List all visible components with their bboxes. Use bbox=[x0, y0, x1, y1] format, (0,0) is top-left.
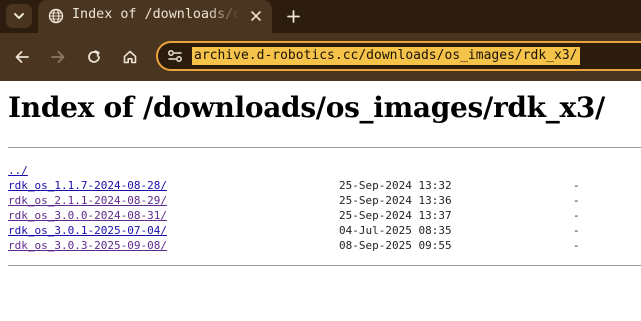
entry-date: 25-Sep-2024 13:32 bbox=[339, 179, 452, 192]
table-row: ../ bbox=[8, 163, 641, 178]
entry-size: - bbox=[573, 209, 580, 222]
plus-icon bbox=[286, 9, 300, 23]
tab-search-button[interactable] bbox=[6, 4, 32, 28]
entry-link[interactable]: rdk_os_3.0.1-2025-07-04/ bbox=[8, 223, 167, 238]
entry-link[interactable]: rdk_os_2.1.1-2024-08-29/ bbox=[8, 193, 167, 208]
url-text[interactable]: archive.d-robotics.cc/downloads/os_image… bbox=[192, 47, 580, 65]
globe-icon bbox=[48, 8, 64, 24]
entry-date: 25-Sep-2024 13:37 bbox=[339, 209, 452, 222]
table-row: rdk_os_3.0.3-2025-09-08/08-Sep-2025 09:5… bbox=[8, 238, 641, 253]
entry-size: - bbox=[573, 179, 580, 192]
table-row: rdk_os_3.0.1-2025-07-04/04-Jul-2025 08:3… bbox=[8, 223, 641, 238]
entry-link[interactable]: rdk_os_1.1.7-2024-08-28/ bbox=[8, 178, 167, 193]
site-info-button[interactable] bbox=[166, 48, 184, 64]
home-icon bbox=[123, 50, 137, 64]
entry-date: 08-Sep-2025 09:55 bbox=[339, 239, 452, 252]
entry-link[interactable]: rdk_os_3.0.3-2025-09-08/ bbox=[8, 238, 167, 253]
table-row: rdk_os_2.1.1-2024-08-29/25-Sep-2024 13:3… bbox=[8, 193, 641, 208]
tab-title: Index of /downloads/os_images/rdk_x3/ bbox=[72, 7, 240, 22]
back-button[interactable] bbox=[11, 46, 33, 68]
chevron-down-icon bbox=[14, 13, 24, 19]
address-bar[interactable]: archive.d-robotics.cc/downloads/os_image… bbox=[156, 41, 641, 71]
table-row: rdk_os_3.0.0-2024-08-31/25-Sep-2024 13:3… bbox=[8, 208, 641, 223]
home-button[interactable] bbox=[119, 46, 141, 68]
directory-listing: ../rdk_os_1.1.7-2024-08-28/25-Sep-2024 1… bbox=[8, 163, 641, 253]
tab-close-button[interactable] bbox=[248, 8, 264, 24]
forward-button[interactable] bbox=[47, 46, 69, 68]
page-title: Index of /downloads/os_images/rdk_x3/ bbox=[8, 91, 605, 124]
tune-icon bbox=[168, 50, 182, 62]
entry-link[interactable]: ../ bbox=[8, 163, 28, 178]
entry-link[interactable]: rdk_os_3.0.0-2024-08-31/ bbox=[8, 208, 167, 223]
reload-icon bbox=[88, 50, 100, 63]
entry-date: 25-Sep-2024 13:36 bbox=[339, 194, 452, 207]
active-tab[interactable]: Index of /downloads/os_images/rdk_x3/ bbox=[38, 0, 272, 33]
tab-strip: Index of /downloads/os_images/rdk_x3/ bbox=[0, 0, 641, 33]
table-row: rdk_os_1.1.7-2024-08-28/25-Sep-2024 13:3… bbox=[8, 178, 641, 193]
arrow-right-icon bbox=[51, 51, 65, 63]
entry-size: - bbox=[573, 239, 580, 252]
entry-size: - bbox=[573, 224, 580, 237]
entry-date: 04-Jul-2025 08:35 bbox=[339, 224, 452, 237]
bottom-divider bbox=[8, 265, 641, 266]
reload-button[interactable] bbox=[83, 46, 105, 68]
entry-size: - bbox=[573, 194, 580, 207]
close-icon bbox=[251, 11, 261, 21]
arrow-left-icon bbox=[15, 51, 29, 63]
new-tab-button[interactable] bbox=[283, 6, 303, 26]
top-divider bbox=[8, 147, 641, 148]
